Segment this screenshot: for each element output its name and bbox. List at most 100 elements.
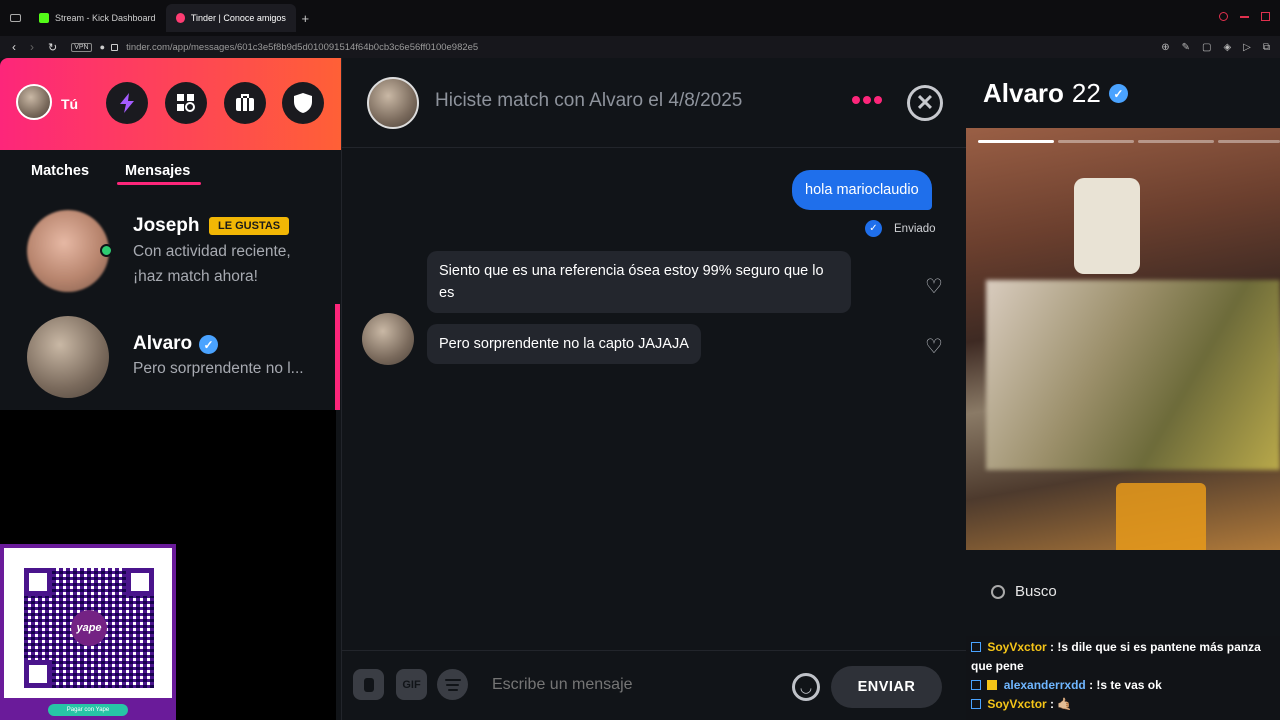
explore-grid-icon: [177, 94, 195, 112]
window-menu-icon[interactable]: [10, 14, 21, 22]
tab-matches[interactable]: Matches: [31, 163, 89, 179]
play-icon[interactable]: ▷: [1243, 42, 1251, 53]
shield-icon[interactable]: ◈: [1223, 42, 1231, 53]
user-label[interactable]: Tú: [61, 96, 78, 112]
chat-username: SoyVxctor: [987, 697, 1047, 711]
sidebar-header: Tú: [0, 58, 341, 150]
extensions-icon[interactable]: ⧉: [1263, 42, 1270, 53]
sidebar: Tú Matches Mensajes Joseph LE GUSTAS Con…: [0, 58, 341, 720]
yape-qr-overlay: yape Pagar con Yape: [0, 544, 176, 720]
match-name: Joseph: [133, 215, 200, 236]
tab-tinder[interactable]: Tinder | Conoce amigos y: [165, 4, 296, 32]
match-name: Alvaro: [133, 333, 193, 354]
yape-logo: yape: [71, 610, 107, 646]
chat-badge-icon: [971, 680, 981, 690]
photo-progress-bar-4: [1218, 140, 1280, 143]
profile-name-row: Alvaro 22 ✓: [983, 78, 1128, 109]
more-options-icon[interactable]: [852, 96, 882, 104]
match-subtitle-line1: Con actividad reciente,: [133, 243, 291, 260]
send-button[interactable]: ENVIAR: [831, 666, 942, 708]
stream-chat-message: SoyVxctor : 🤙🏼: [971, 695, 1275, 714]
composer: GIF ◡ ENVIAR: [342, 650, 967, 720]
pin-icon[interactable]: ✎: [1182, 42, 1190, 53]
location-icon: ●: [99, 42, 106, 52]
tinder-app: Tú Matches Mensajes Joseph LE GUSTAS Con…: [0, 58, 1280, 720]
looking-for-section: Busco: [991, 583, 1057, 600]
chat-badge-icon: [971, 699, 981, 709]
zoom-icon[interactable]: ⊕: [1161, 42, 1169, 53]
chat-text: : 🤙🏼: [1050, 697, 1073, 711]
tab-kick-dashboard[interactable]: Stream - Kick Dashboard: [29, 4, 166, 32]
toolbar-icons: ⊕ ✎ ▢ ◈ ▷ ⧉: [1161, 42, 1270, 53]
lightning-icon: [120, 93, 134, 113]
qr-code: yape: [4, 548, 172, 698]
sticker-icon: [363, 677, 374, 692]
explore-button[interactable]: [165, 82, 207, 124]
kick-logo-icon: [39, 13, 49, 23]
search-tabs-icon[interactable]: [1219, 12, 1228, 21]
tab-label: Stream - Kick Dashboard: [55, 13, 156, 23]
qr-finder-tr: [126, 568, 154, 596]
active-indicator: [335, 304, 340, 410]
profile-age: 22: [1071, 78, 1101, 108]
new-tab-icon[interactable]: +: [302, 11, 310, 26]
verified-icon: ✓: [199, 335, 218, 354]
like-message-icon[interactable]: ♡: [925, 334, 943, 359]
close-icon[interactable]: ✕: [907, 85, 943, 121]
avatar: [27, 316, 109, 398]
reload-icon[interactable]: ↻: [48, 41, 57, 54]
minimize-icon[interactable]: [1240, 16, 1249, 18]
chat-badge-gold-icon: [987, 680, 998, 690]
vpn-badge[interactable]: VPN: [71, 42, 92, 52]
chat-text: : !s te vas ok: [1089, 678, 1162, 692]
url-text[interactable]: tinder.com/app/messages/601c3e5f8b9d5d01…: [126, 42, 478, 53]
chat-username: alexanderrxdd: [1003, 678, 1086, 692]
received-message-bubble[interactable]: Siento que es una referencia ósea estoy …: [427, 251, 851, 313]
conversation-joseph[interactable]: Joseph LE GUSTAS Con actividad reciente,…: [0, 198, 341, 304]
snapshot-icon[interactable]: ▢: [1202, 42, 1211, 53]
user-avatar[interactable]: [16, 84, 52, 120]
tab-messages[interactable]: Mensajes: [125, 163, 190, 179]
photo-progress-bar-2: [1058, 140, 1134, 143]
match-subtitle-line2: ¡haz match ahora!: [133, 268, 258, 285]
briefcase-button[interactable]: [224, 82, 266, 124]
profile-panel: Alvaro 22 ✓ Busco SoyVxctor : !s dile qu…: [966, 58, 1280, 720]
sent-message-bubble[interactable]: hola marioclaudio: [792, 170, 932, 210]
back-icon[interactable]: ‹: [12, 40, 16, 54]
match-avatar[interactable]: [367, 77, 419, 129]
likes-you-badge: LE GUSTAS: [209, 217, 290, 235]
qr-finder-bl: [24, 660, 52, 688]
forward-icon[interactable]: ›: [30, 40, 34, 54]
sent-check-icon: ✓: [865, 220, 882, 237]
stream-chat-message: SoyVxctor : !s dile que si es pantene má…: [971, 638, 1275, 676]
sticker-button[interactable]: [353, 669, 384, 700]
stream-chat-overlay: SoyVxctor : !s dile que si es pantene má…: [966, 636, 1280, 720]
safety-button[interactable]: [282, 82, 324, 124]
profile-photo[interactable]: [966, 128, 1280, 550]
spotify-icon[interactable]: [437, 669, 468, 700]
emoji-icon[interactable]: ◡: [792, 673, 820, 701]
match-date-header: Hiciste match con Alvaro el 4/8/2025: [435, 90, 743, 111]
photo-progress-bar-1: [978, 140, 1054, 143]
restore-icon[interactable]: [1261, 12, 1270, 21]
gif-button[interactable]: GIF: [396, 669, 427, 700]
qr-finder-tl: [24, 568, 52, 596]
chat-badge-icon: [971, 642, 981, 652]
tab-label: Tinder | Conoce amigos y: [190, 13, 286, 23]
sent-status-label: Enviado: [894, 222, 936, 235]
sender-avatar[interactable]: [362, 313, 414, 365]
chat-panel: Hiciste match con Alvaro el 4/8/2025 ✕ h…: [341, 58, 967, 720]
stream-chat-message: alexanderrxdd : !s te vas ok: [971, 676, 1275, 695]
shield-icon: [294, 93, 312, 113]
boost-button[interactable]: [106, 82, 148, 124]
message-input[interactable]: [492, 671, 772, 699]
window-controls: [1219, 12, 1270, 21]
online-indicator: [100, 244, 113, 257]
like-message-icon[interactable]: ♡: [925, 274, 943, 299]
lock-icon[interactable]: [111, 43, 119, 51]
conversation-alvaro[interactable]: Alvaro ✓ Pero sorprendente no l...: [0, 304, 341, 410]
received-message-bubble[interactable]: Pero sorprendente no la capto JAJAJA: [427, 324, 701, 364]
webcam-overlay: [986, 280, 1280, 470]
last-message-preview: Pero sorprendente no l...: [133, 360, 304, 377]
avatar: [27, 210, 109, 292]
